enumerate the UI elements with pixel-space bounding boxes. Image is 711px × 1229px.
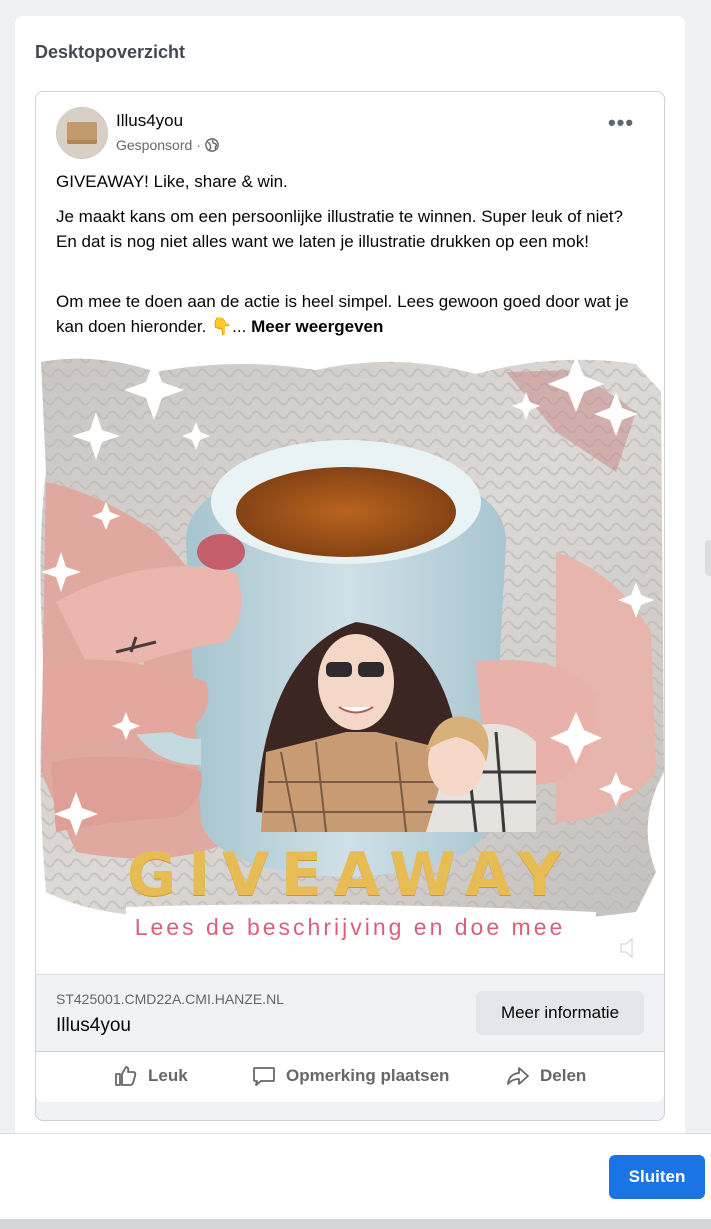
link-domain: ST425001.CMD22A.CMI.HANZE.NL [56,991,284,1007]
dialog-footer: Sluiten [0,1133,711,1220]
more-options-icon[interactable]: ••• [606,112,636,142]
comment-button[interactable]: Opmerking plaatsen [252,1064,449,1088]
meta-separator: · [196,137,201,153]
post-meta: Gesponsord · [116,137,219,153]
close-button[interactable]: Sluiten [609,1155,705,1199]
globe-icon [205,138,219,152]
see-more-link[interactable]: Meer weergeven [251,317,383,336]
scroll-indicator [705,540,711,576]
share-label: Delen [540,1066,587,1085]
avatar[interactable] [56,107,108,159]
muted-speaker-icon[interactable] [618,935,644,961]
share-icon [507,1067,529,1085]
share-button[interactable]: Delen [506,1064,586,1088]
bottom-strip [0,1219,711,1229]
page-name[interactable]: Illus4you [116,111,183,131]
panel-title: Desktopoverzicht [35,42,186,62]
post-text-line-3: Om mee te doen aan de actie is heel simp… [56,289,646,339]
giveaway-headline: GIVEAWAY [126,840,574,910]
giveaway-subline: Lees de beschrijving en doe mee [134,914,566,940]
ad-video[interactable]: GIVEAWAY Lees de beschrijving en doe mee [36,352,664,974]
link-preview[interactable]: ST425001.CMD22A.CMI.HANZE.NL Illus4you M… [36,974,664,1051]
preview-panel: Desktopoverzicht Illus4you Gesponsord · … [15,16,685,1156]
ad-post: Illus4you Gesponsord · ••• GIVEAWAY! Lik… [35,91,665,1121]
comment-label: Opmerking plaatsen [286,1066,450,1085]
post-actions: Leuk Opmerking plaatsen Delen [36,1051,664,1102]
sponsored-label[interactable]: Gesponsord [116,137,192,153]
like-button[interactable]: Leuk [114,1064,188,1088]
link-title[interactable]: Illus4you [56,1015,131,1037]
post-text-line-1: GIVEAWAY! Like, share & win. [56,172,288,191]
more-info-button[interactable]: Meer informatie [476,991,644,1035]
thumbs-up-icon [115,1066,137,1086]
post-header: Illus4you Gesponsord · ••• GIVEAWAY! Lik… [36,92,664,352]
post-text-line-2: Je maakt kans om een persoonlijke illust… [56,207,623,251]
comment-icon [253,1067,275,1086]
like-label: Leuk [148,1066,188,1085]
